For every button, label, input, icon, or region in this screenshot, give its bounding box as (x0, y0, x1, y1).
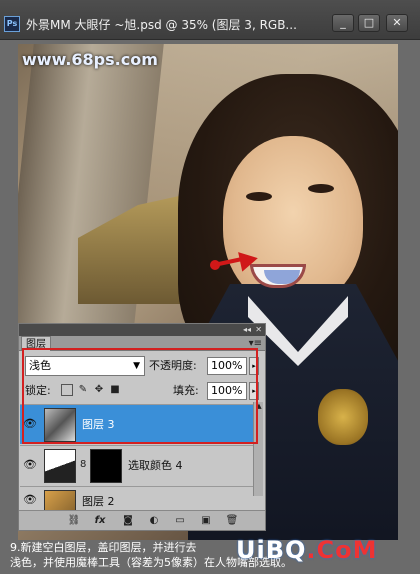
adjustment-layer-icon[interactable]: ◐ (147, 514, 161, 528)
layer-name: 选取颜色 4 (128, 459, 183, 472)
eye-icon[interactable]: 👁 (22, 493, 38, 507)
right-eye (308, 184, 334, 193)
mask-thumbnail (90, 449, 122, 483)
close-button[interactable]: ✕ (386, 14, 408, 32)
eye-icon[interactable]: 👁 (22, 458, 38, 472)
adjustment-thumbnail (44, 449, 76, 483)
collapse-panel-icon[interactable]: ◂◂ (243, 325, 251, 334)
window-title: 外景MM 大眼仔 ~旭.psd @ 35% (图层 3, RGB... (26, 18, 297, 32)
layer-row-2[interactable]: 👁 图层 2 (20, 486, 254, 510)
photoshop-document-window: Ps 外景MM 大眼仔 ~旭.psd @ 35% (图层 3, RGB... _… (0, 0, 420, 574)
panel-header-bar[interactable]: ◂◂ ✕ (19, 324, 265, 336)
fx-icon[interactable]: fx (93, 514, 107, 528)
link-icon: 8 (80, 459, 87, 470)
photoshop-app-icon: Ps (4, 16, 20, 32)
uibq-domain: .CoM (306, 536, 378, 564)
layer-name: 图层 2 (82, 495, 115, 508)
minimize-button[interactable]: _ (332, 14, 354, 32)
link-layers-icon[interactable]: ⛓ (67, 514, 81, 528)
layer-row-selective-color[interactable]: 👁 8 选取颜色 4 (20, 445, 254, 485)
panel-footer: ⛓ fx ◙ ◐ ▭ ▣ 🗑 (19, 510, 265, 530)
red-arrow-icon (238, 248, 260, 272)
left-eye (246, 192, 272, 201)
trash-icon[interactable]: 🗑 (225, 514, 239, 528)
add-mask-icon[interactable]: ◙ (121, 514, 135, 528)
new-group-icon[interactable]: ▭ (173, 514, 187, 528)
layer-thumbnail (44, 490, 76, 510)
maximize-button[interactable]: □ (358, 14, 380, 32)
uibq-brand: UiBQ (236, 536, 307, 564)
highlight-box (22, 348, 258, 444)
new-layer-icon[interactable]: ▣ (199, 514, 213, 528)
uniform-badge (318, 389, 368, 445)
uibq-watermark: UiBQ.CoM (236, 536, 378, 564)
close-panel-icon[interactable]: ✕ (255, 325, 262, 334)
watermark-68ps: www.68ps.com (22, 50, 158, 69)
title-bar[interactable]: Ps 外景MM 大眼仔 ~旭.psd @ 35% (图层 3, RGB... _… (0, 0, 420, 40)
